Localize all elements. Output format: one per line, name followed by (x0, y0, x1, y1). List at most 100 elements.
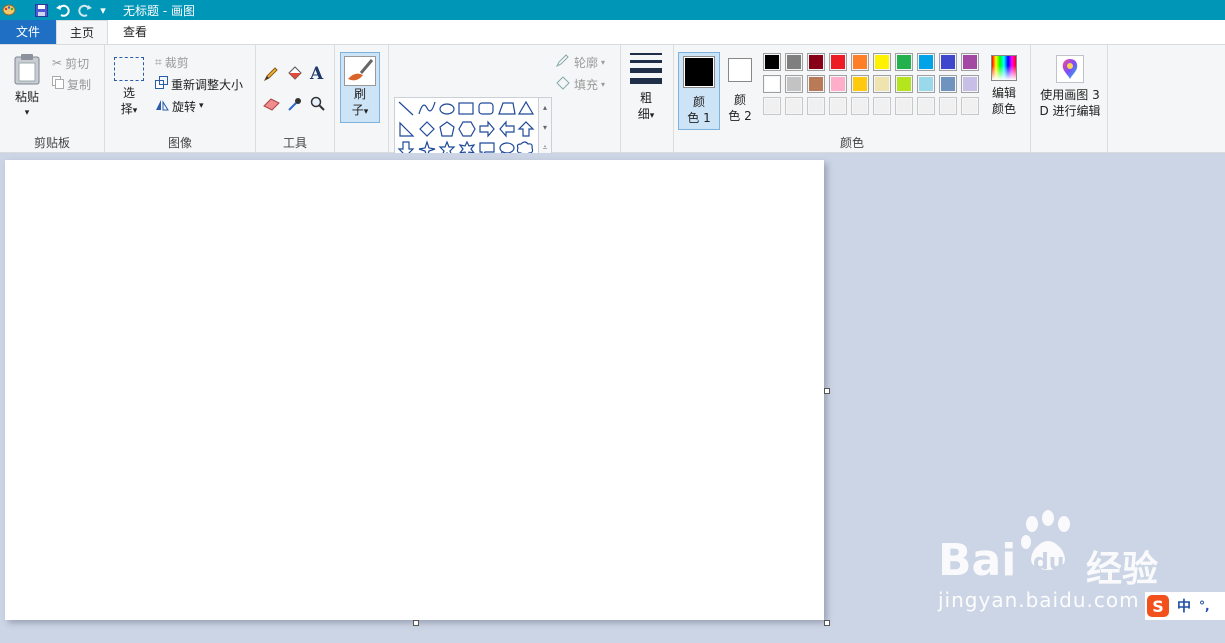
palette-swatch[interactable] (829, 75, 847, 93)
shapes-gallery-scroll[interactable]: ▴ ▾ ⩡ (538, 98, 551, 160)
paint3d-label-line1: 使用画图 3 (1040, 88, 1100, 102)
palette-swatch[interactable] (939, 53, 957, 71)
colors-group-label: 颜色 (839, 136, 864, 150)
resize-handle-corner[interactable] (824, 620, 830, 626)
palette-swatch[interactable] (895, 75, 913, 93)
palette-swatch[interactable] (829, 97, 847, 115)
resize-handle-bottom[interactable] (413, 620, 419, 626)
resize-label: 重新调整大小 (171, 77, 244, 92)
palette-swatch[interactable] (785, 97, 803, 115)
palette-swatch[interactable] (895, 97, 913, 115)
palette-swatch[interactable] (961, 53, 979, 71)
tab-home[interactable]: 主页 (56, 20, 108, 44)
palette-swatch[interactable] (763, 75, 781, 93)
palette-swatch[interactable] (785, 75, 803, 93)
fill-dropdown-arrow[interactable]: ▾ (601, 80, 605, 89)
paste-button[interactable]: 粘贴 ▾ (8, 53, 46, 121)
select-label-bottom: 择▾ (120, 102, 138, 116)
paint3d-icon (1056, 55, 1084, 83)
size-button[interactable]: 粗 细▾ (627, 53, 665, 124)
fill-tool[interactable] (286, 65, 304, 85)
magnifier-tool[interactable] (310, 95, 326, 115)
crop-button[interactable]: ⌗ 裁剪 (155, 52, 189, 72)
paste-dropdown-arrow[interactable]: ▾ (8, 105, 46, 121)
palette-swatch[interactable] (961, 75, 979, 93)
watermark-brand: Bai (938, 535, 1017, 586)
palette-swatch[interactable] (829, 53, 847, 71)
watermark-product: 经验 (1086, 549, 1159, 590)
color2-button[interactable]: 颜 色 2 (722, 52, 758, 124)
palette-swatch[interactable] (807, 53, 825, 71)
pencil-tool[interactable] (263, 65, 279, 85)
drawing-canvas[interactable] (5, 160, 824, 620)
palette-swatch[interactable] (763, 53, 781, 71)
palette-swatch[interactable] (873, 53, 891, 71)
palette-swatch[interactable] (851, 97, 869, 115)
cut-button[interactable]: ✂ 剪切 (52, 53, 89, 73)
paste-label: 粘贴 (14, 90, 39, 104)
palette-swatch[interactable] (807, 75, 825, 93)
palette-swatch[interactable] (851, 75, 869, 93)
color-picker-tool[interactable] (287, 95, 303, 115)
copy-button[interactable]: 复制 (52, 74, 91, 94)
shapes-gallery-icons (397, 100, 535, 159)
customize-quick-access-dropdown[interactable]: ▾ (97, 0, 109, 20)
color1-swatch (683, 56, 715, 88)
paint-app-icon[interactable] (0, 0, 18, 20)
brushes-button[interactable]: 刷 子▾ (340, 52, 380, 123)
ime-mode-indicator[interactable]: 中 (1177, 596, 1191, 616)
tab-file[interactable]: 文件 (0, 20, 56, 44)
color1-button[interactable]: 颜 色 1 (678, 52, 720, 130)
crop-icon: ⌗ (155, 54, 162, 69)
image-group: 选 择▾ ⌗ 裁剪 重新调整大小 旋转 ▾ 图像 (105, 45, 256, 153)
ime-toolbar[interactable]: S 中 °, (1145, 592, 1225, 620)
color2-swatch (728, 58, 752, 82)
outline-pencil-icon (555, 53, 571, 71)
palette-swatch[interactable] (917, 53, 935, 71)
palette-swatch[interactable] (895, 53, 913, 71)
resize-icon (155, 76, 168, 92)
resize-handle-right[interactable] (824, 388, 830, 394)
resize-button[interactable]: 重新调整大小 (155, 74, 243, 94)
tab-view[interactable]: 查看 (110, 20, 160, 44)
color-spectrum-icon (991, 55, 1017, 81)
save-icon[interactable] (32, 0, 50, 20)
eraser-icon (263, 97, 281, 114)
palette-swatch[interactable] (873, 75, 891, 93)
palette-swatch[interactable] (851, 53, 869, 71)
palette-swatch[interactable] (785, 53, 803, 71)
fill-button[interactable]: 填充 ▾ (555, 74, 605, 94)
palette-swatch[interactable] (939, 97, 957, 115)
outline-label: 轮廓 (574, 55, 599, 70)
rotate-button[interactable]: 旋转 ▾ (155, 96, 204, 116)
size-group: 粗 细▾ (621, 45, 674, 153)
palette-swatch[interactable] (917, 75, 935, 93)
ime-punctuation-indicator[interactable]: °, (1199, 599, 1210, 613)
redo-icon[interactable] (76, 0, 94, 20)
window-title: 无标题 - 画图 (123, 4, 195, 18)
palette-swatch[interactable] (939, 75, 957, 93)
palette-swatch[interactable] (807, 97, 825, 115)
color1-label-bottom: 色 1 (687, 111, 711, 125)
edit-colors-button[interactable]: 编辑 颜色 (985, 55, 1023, 117)
palette-swatch[interactable] (763, 97, 781, 115)
paint3d-label-line2: D 进行编辑 (1039, 104, 1101, 118)
select-label-top: 选 (122, 86, 135, 100)
rotate-dropdown-arrow[interactable]: ▾ (199, 101, 204, 111)
outline-dropdown-arrow[interactable]: ▾ (601, 58, 605, 67)
sogou-ime-icon[interactable]: S (1147, 595, 1169, 617)
text-icon: A (310, 64, 324, 84)
outline-button[interactable]: 轮廓 ▾ (555, 52, 605, 72)
text-tool[interactable]: A (310, 64, 323, 84)
clipboard-group: 粘贴 ▾ ✂ 剪切 复制 剪贴板 (0, 45, 105, 153)
palette-swatch[interactable] (917, 97, 935, 115)
eraser-tool[interactable] (263, 95, 281, 115)
palette-swatch[interactable] (873, 97, 891, 115)
shapes-gallery: ▴ ▾ ⩡ (394, 97, 552, 161)
palette-swatch[interactable] (961, 97, 979, 115)
select-button[interactable]: 选 择▾ (111, 57, 147, 119)
undo-icon[interactable] (54, 0, 72, 20)
edit-with-paint3d-button[interactable]: 使用画图 3 D 进行编辑 (1034, 55, 1106, 119)
edit-colors-label-top: 编辑 (991, 86, 1016, 100)
brush-icon (344, 56, 376, 86)
